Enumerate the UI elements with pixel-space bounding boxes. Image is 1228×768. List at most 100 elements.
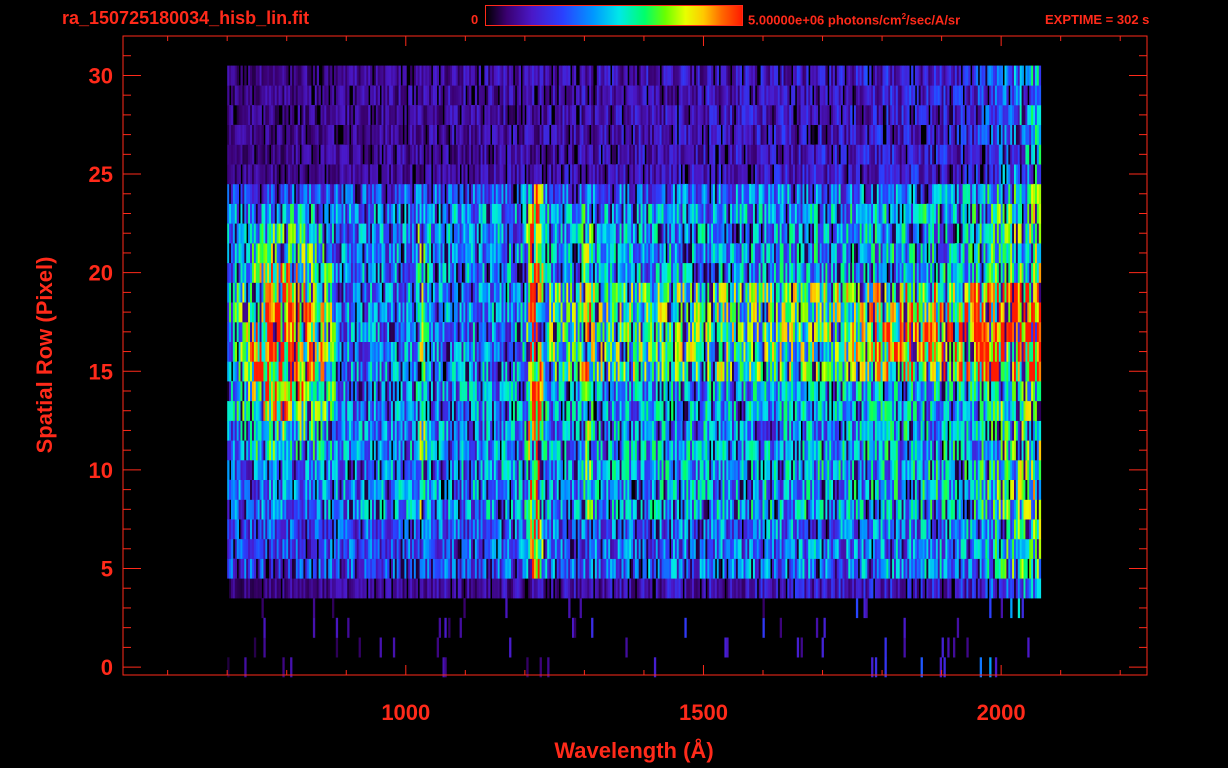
heatmap-cell [271,558,274,579]
heatmap-cell [423,400,426,421]
heatmap-cell [511,440,514,461]
heatmap-cell [772,479,775,500]
heatmap-cell [280,558,283,579]
heatmap-cell [511,420,514,441]
heatmap-cell [261,598,264,619]
heatmap-cell [547,578,550,599]
heatmap-cell [427,400,430,421]
heatmap-cell [676,499,680,520]
heatmap-cell [472,578,476,599]
heatmap-cell [585,381,588,402]
heatmap-cell [282,657,285,678]
heatmap-cell [398,499,401,520]
heatmap-cell [440,361,443,382]
heatmap-cell [507,499,510,520]
heatmap-cell [733,578,737,599]
heatmap-cell [882,538,885,559]
heatmap-cell [846,519,849,540]
heatmap-cell [244,657,247,678]
heatmap-cell [263,617,266,638]
heatmap-cell [633,578,636,599]
heatmap-cell [876,499,880,520]
heatmap-cell [733,400,737,421]
heatmap-cell [772,460,775,480]
heatmap-cell [775,578,779,599]
heatmap-cell [250,578,253,599]
heatmap-cell [472,558,476,579]
heatmap-cell [606,499,609,520]
heatmap-cell [697,460,700,480]
heatmap-cell [739,519,742,540]
heatmap-cell [621,460,624,480]
heatmap-cell [882,499,885,520]
heatmap-cell [1031,440,1034,461]
heatmap-cell [994,538,998,559]
heatmap-cell [379,499,382,520]
heatmap-cell [874,657,878,678]
heatmap-cell [585,361,588,382]
heatmap-cell [760,460,763,480]
heatmap-cell [547,538,550,559]
heatmap-cell [772,578,775,599]
heatmap-cell [1031,381,1034,402]
heatmap-cell [823,617,826,638]
heatmap-cell [436,400,439,421]
heatmap-cell [436,499,439,520]
heatmap-cell [798,420,801,441]
heatmap-cell [808,440,811,461]
heatmap-cell [954,479,958,500]
heatmap-cell [459,617,462,638]
heatmap-cell [417,361,420,382]
heatmap-cell [556,578,560,599]
heatmap-cell [956,519,960,540]
heatmap-cell [625,578,628,599]
heatmap-cell [253,558,257,579]
heatmap-cell [444,657,447,678]
heatmap-cell [389,578,392,599]
heatmap-cell [404,578,407,599]
heatmap-cell [621,361,624,382]
heatmap-cell [333,519,337,540]
heatmap-cell [994,657,998,678]
heatmap-cell [916,578,920,599]
heatmap-cell [1031,578,1034,599]
heatmap-cell [547,479,550,500]
heatmap-cell [920,361,923,382]
heatmap-cell [436,479,439,500]
heatmap-cell [1038,479,1042,500]
heatmap-cell [737,400,741,421]
heatmap-cell [871,499,874,520]
heatmap-cell [772,558,775,579]
heatmap-cell [846,460,849,480]
heatmap-cell [854,479,857,500]
heatmap-cell [547,519,550,540]
heatmap-cell [659,440,662,461]
heatmap-cell [610,578,613,599]
heatmap-cell [309,558,312,579]
heatmap-cell [444,617,447,638]
heatmap-cell [543,578,546,599]
heatmap-cell [290,657,293,678]
heatmap-cell [362,381,365,402]
heatmap-cell [330,538,333,559]
heatmap-cell [697,479,700,500]
heatmap-cell [871,657,874,678]
heatmap-cell [659,460,662,480]
heatmap-cell [804,381,807,402]
heatmap-cell [1010,598,1013,619]
heatmap-cell [591,617,594,638]
heatmap-cell [939,578,942,599]
heatmap-cell [920,578,923,599]
heatmap-cell [585,400,588,421]
heatmap-cell [846,420,849,441]
heatmap-cell [436,558,439,579]
heatmap-cell [697,420,700,441]
heatmap-cell [507,479,510,500]
heatmap-cell [846,381,849,402]
heatmap-cell [398,519,401,540]
heatmap-cell [472,538,476,559]
heatmap-cell [250,479,253,500]
heatmap-cell [726,637,729,658]
heatmap-cell [436,637,439,658]
heatmap-cell [808,420,811,441]
